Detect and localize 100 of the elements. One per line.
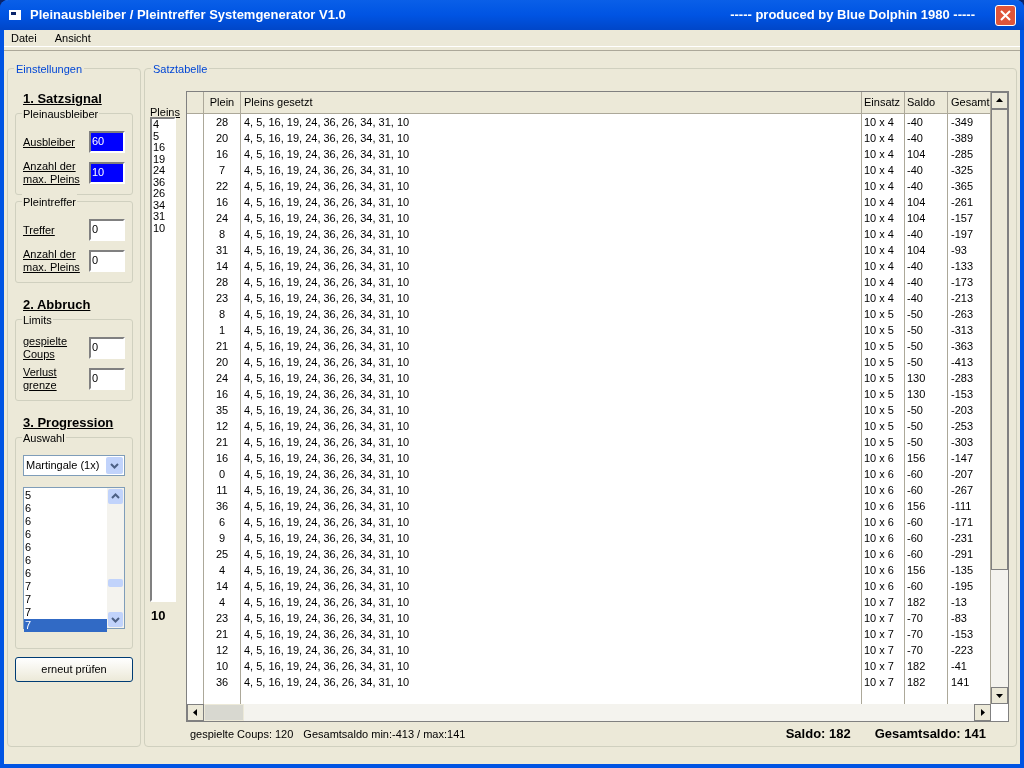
column-header[interactable]: Einsatz (862, 92, 905, 113)
list-item[interactable]: 6 (24, 567, 107, 580)
input-field[interactable]: 0 (89, 368, 125, 390)
table-cell: 182 (905, 594, 948, 610)
table-cell: 10 x 6 (862, 562, 905, 578)
list-item: 10 (153, 222, 167, 234)
column-header[interactable]: Plein (204, 92, 241, 113)
table-cell: 10 x 5 (862, 402, 905, 418)
table-cell: 10 x 6 (862, 482, 905, 498)
table-cell: 11 (204, 482, 241, 498)
list-item: 19 (153, 153, 167, 165)
table-cell: 104 (905, 146, 948, 162)
table-cell: 21 (204, 338, 241, 354)
table-cell: 36 (204, 498, 241, 514)
table-cell: 9 (204, 530, 241, 546)
list-item[interactable]: 5 (24, 489, 107, 502)
vertical-scrollbar[interactable] (991, 92, 1008, 704)
table-cell: 36 (204, 674, 241, 690)
table-cell: 10 x 5 (862, 434, 905, 450)
scrollbar-thumb[interactable] (991, 109, 1008, 570)
status-total: Gesamtsaldo: 141 (874, 725, 986, 744)
table-cell: -60 (905, 466, 948, 482)
table-cell: 10 x 5 (862, 370, 905, 386)
list-item[interactable]: 6 (24, 554, 107, 567)
table-cell: 24 (204, 210, 241, 226)
table-cell: 25 (204, 546, 241, 562)
table-cell: 10 x 5 (862, 386, 905, 402)
vertical-scrollbar[interactable] (107, 488, 124, 628)
column-header[interactable]: Pleins gesetzt (241, 92, 862, 113)
status-text: gespielte Coups: 120 (190, 726, 294, 742)
table-cell: 4 (204, 562, 241, 578)
column-header[interactable]: Saldo (905, 92, 948, 113)
input-field[interactable]: 60 (89, 131, 125, 153)
list-item[interactable]: 7 (24, 619, 107, 632)
table-cell: 4, 5, 16, 19, 24, 36, 26, 34, 31, 10 (241, 658, 862, 674)
scroll-up-icon[interactable] (991, 92, 1008, 109)
table-cell: -70 (905, 626, 948, 642)
list-item[interactable]: 6 (24, 541, 107, 554)
input-field[interactable]: 0 (89, 219, 125, 241)
table-cell: -50 (905, 418, 948, 434)
field-label: gespielte Coups (23, 335, 68, 361)
recheck-button[interactable]: erneut prüfen (15, 657, 133, 682)
table-cell: 10 x 4 (862, 290, 905, 306)
horizontal-scrollbar[interactable] (187, 704, 991, 721)
table-cell: 4, 5, 16, 19, 24, 36, 26, 34, 31, 10 (241, 370, 862, 386)
table-cell: 156 (905, 450, 948, 466)
list-item[interactable]: 7 (24, 593, 107, 606)
table-cell: 10 x 6 (862, 578, 905, 594)
table-cell: 4, 5, 16, 19, 24, 36, 26, 34, 31, 10 (241, 226, 862, 242)
table-cell: 4 (204, 594, 241, 610)
close-button[interactable] (995, 4, 1016, 26)
table-cell: 10 x 4 (862, 178, 905, 194)
table-cell: 10 x 6 (862, 514, 905, 530)
table-cell: 22 (204, 178, 241, 194)
table-cell: 104 (905, 194, 948, 210)
input-field[interactable]: 0 (89, 337, 125, 359)
scroll-down-icon[interactable] (991, 687, 1008, 704)
table-cell: 10 x 4 (862, 258, 905, 274)
table-cell: -50 (905, 338, 948, 354)
dropdown[interactable]: Martingale (1x) (23, 455, 125, 476)
table-cell: -40 (905, 178, 948, 194)
table-cell: 10 x 7 (862, 594, 905, 610)
table-cell: 10 x 7 (862, 658, 905, 674)
table-cell: 4, 5, 16, 19, 24, 36, 26, 34, 31, 10 (241, 642, 862, 658)
menu-item[interactable]: Datei (8, 29, 40, 47)
table-cell: 4, 5, 16, 19, 24, 36, 26, 34, 31, 10 (241, 514, 862, 530)
table-cell: 4, 5, 16, 19, 24, 36, 26, 34, 31, 10 (241, 498, 862, 514)
scrollbar-thumb[interactable] (108, 579, 123, 587)
table-cell: 4, 5, 16, 19, 24, 36, 26, 34, 31, 10 (241, 530, 862, 546)
table-cell: -50 (905, 306, 948, 322)
table-cell: 10 x 4 (862, 210, 905, 226)
list-item: 4 (153, 119, 161, 131)
menu-item[interactable]: Ansicht (51, 29, 94, 47)
input-field[interactable]: 10 (89, 162, 125, 184)
table-cell: 16 (204, 194, 241, 210)
table-cell: 14 (204, 578, 241, 594)
list-item[interactable]: 7 (24, 606, 107, 619)
table-cell: 10 x 6 (862, 546, 905, 562)
table-cell: 4, 5, 16, 19, 24, 36, 26, 34, 31, 10 (241, 418, 862, 434)
list-item[interactable]: 6 (24, 502, 107, 515)
table-cell: 4, 5, 16, 19, 24, 36, 26, 34, 31, 10 (241, 210, 862, 226)
table-cell: 4, 5, 16, 19, 24, 36, 26, 34, 31, 10 (241, 594, 862, 610)
scroll-right-icon[interactable] (974, 704, 991, 721)
input-field[interactable]: 0 (89, 250, 125, 272)
section-heading: 1. Satzsignal (23, 90, 102, 108)
table-cell: 4, 5, 16, 19, 24, 36, 26, 34, 31, 10 (241, 626, 862, 642)
scroll-left-icon[interactable] (187, 704, 204, 721)
table-cell: 4, 5, 16, 19, 24, 36, 26, 34, 31, 10 (241, 322, 862, 338)
table-cell: -50 (905, 322, 948, 338)
table-cell: -60 (905, 578, 948, 594)
table-cell: 10 x 5 (862, 418, 905, 434)
table-cell: -50 (905, 434, 948, 450)
table-cell: 130 (905, 386, 948, 402)
table-cell: 4, 5, 16, 19, 24, 36, 26, 34, 31, 10 (241, 578, 862, 594)
list-item[interactable]: 6 (24, 528, 107, 541)
table-cell: -40 (905, 274, 948, 290)
table-cell: 4, 5, 16, 19, 24, 36, 26, 34, 31, 10 (241, 194, 862, 210)
list-item[interactable]: 7 (24, 580, 107, 593)
list-item[interactable]: 6 (24, 515, 107, 528)
table-cell: 0 (204, 466, 241, 482)
